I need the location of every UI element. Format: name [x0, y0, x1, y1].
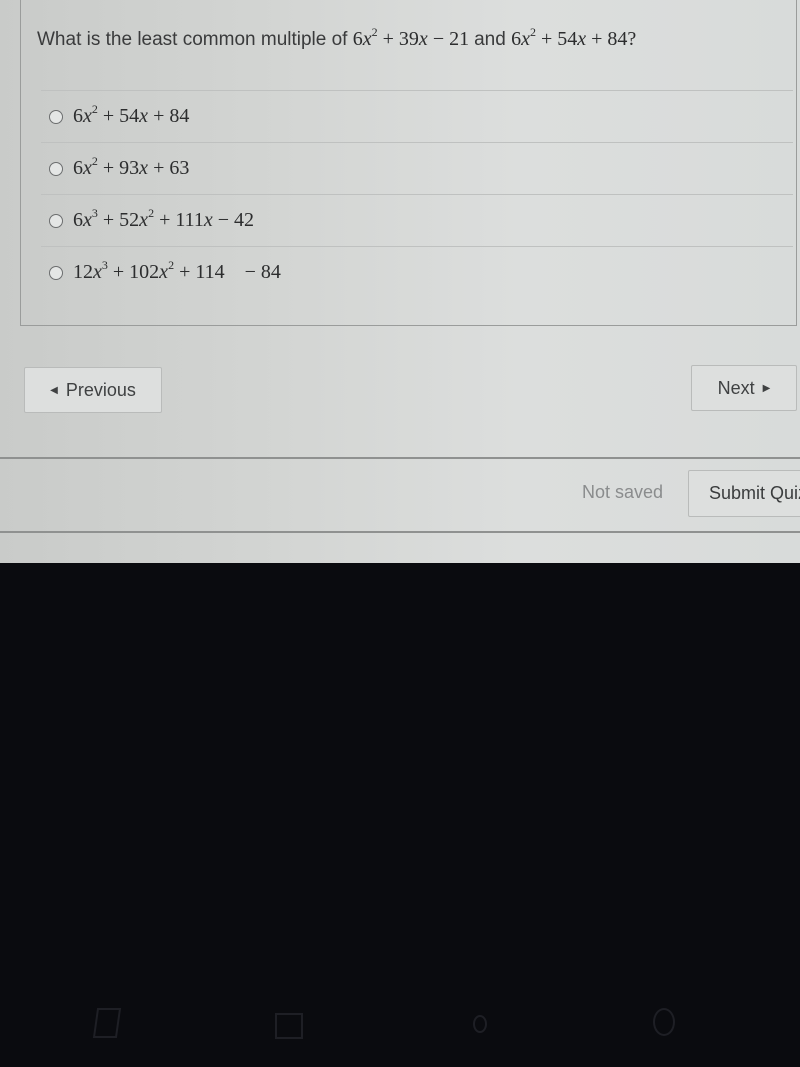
variable: x	[83, 157, 92, 179]
poly1-coef: 6	[352, 28, 363, 50]
term: − 42	[212, 209, 255, 231]
answer-option[interactable]: 6x2 + 54x + 84	[41, 90, 793, 142]
radio-button[interactable]	[49, 265, 63, 280]
footer-divider-bottom	[0, 531, 800, 533]
footer-divider-top	[0, 457, 800, 459]
variable: x	[159, 261, 169, 283]
answer-option[interactable]: 6x2 + 93x + 63	[41, 142, 793, 194]
poly2-var: x	[521, 28, 530, 50]
poly2-var2: x	[577, 28, 587, 50]
coefficient: 6	[73, 209, 83, 231]
polynomial-1: 6x2 + 39x − 21	[352, 26, 474, 50]
term: + 52	[97, 209, 140, 231]
poly2-tail: + 84?	[586, 28, 637, 50]
triangle-right-icon: ▶	[762, 382, 771, 394]
variable: x	[139, 157, 149, 179]
answer-options: 6x2 + 54x + 84 6x2 + 93x + 63 6x3 + 52x2 +…	[41, 90, 793, 298]
option-expression: 6x2 + 54x + 84	[73, 103, 190, 128]
poly1-tail: − 21	[427, 28, 470, 50]
variable: x	[139, 209, 149, 231]
polynomial-2: 6x2 + 54x + 84?	[511, 26, 637, 50]
question-text: What is the least common multiple of 6x2…	[37, 26, 637, 51]
coefficient: 12	[73, 261, 93, 283]
question-prefix: What is the least common multiple of	[37, 29, 348, 50]
variable: x	[83, 209, 92, 231]
option-expression: 6x2 + 93x + 63	[73, 155, 190, 180]
device-window-icon	[92, 1008, 122, 1038]
quiz-screen: What is the least common multiple of 6x2…	[0, 0, 800, 563]
term: + 84	[148, 105, 190, 127]
question-card: What is the least common multiple of 6x2…	[20, 0, 797, 326]
next-label: Next	[717, 377, 755, 398]
next-button[interactable]: Next ▶	[691, 365, 797, 411]
device-dim-icon	[473, 1015, 487, 1033]
question-joiner: and	[474, 29, 506, 50]
variable: x	[83, 105, 92, 127]
answer-option[interactable]: 12x3 + 102x2 + 114 − 84	[41, 246, 793, 298]
term: + 111	[154, 209, 204, 231]
term: + 54	[97, 105, 140, 127]
poly1-var: x	[362, 28, 372, 50]
poly2-term: + 54	[535, 28, 578, 50]
variable: x	[139, 105, 149, 127]
term: + 63	[148, 157, 190, 179]
coefficient: 6	[73, 105, 83, 127]
option-expression: 6x3 + 52x2 + 111x − 42	[73, 207, 255, 232]
option-expression: 12x3 + 102x2 + 114 − 84	[73, 259, 281, 284]
term: + 93	[97, 157, 140, 179]
answer-option[interactable]: 6x3 + 52x2 + 111x − 42	[41, 194, 793, 246]
save-status: Not saved	[582, 482, 664, 502]
device-brightness-icon	[653, 1008, 675, 1036]
triangle-left-icon: ◀	[50, 384, 58, 396]
previous-label: Previous	[65, 379, 136, 400]
poly1-term: + 39	[377, 28, 419, 50]
coefficient: 6	[73, 157, 83, 179]
poly1-var2: x	[418, 28, 428, 50]
submit-quiz-button[interactable]: Submit Quiz	[688, 470, 800, 517]
variable: x	[203, 209, 213, 231]
radio-button[interactable]	[49, 213, 63, 228]
term: + 114 − 84	[174, 261, 281, 283]
variable: x	[93, 261, 102, 283]
device-overview-icon	[275, 1013, 303, 1039]
radio-button[interactable]	[49, 161, 63, 176]
poly2-coef: 6	[511, 28, 522, 50]
radio-button[interactable]	[49, 109, 63, 124]
device-bezel	[0, 563, 800, 1067]
previous-button[interactable]: ◀ Previous	[24, 367, 162, 413]
term: + 102	[107, 261, 160, 283]
